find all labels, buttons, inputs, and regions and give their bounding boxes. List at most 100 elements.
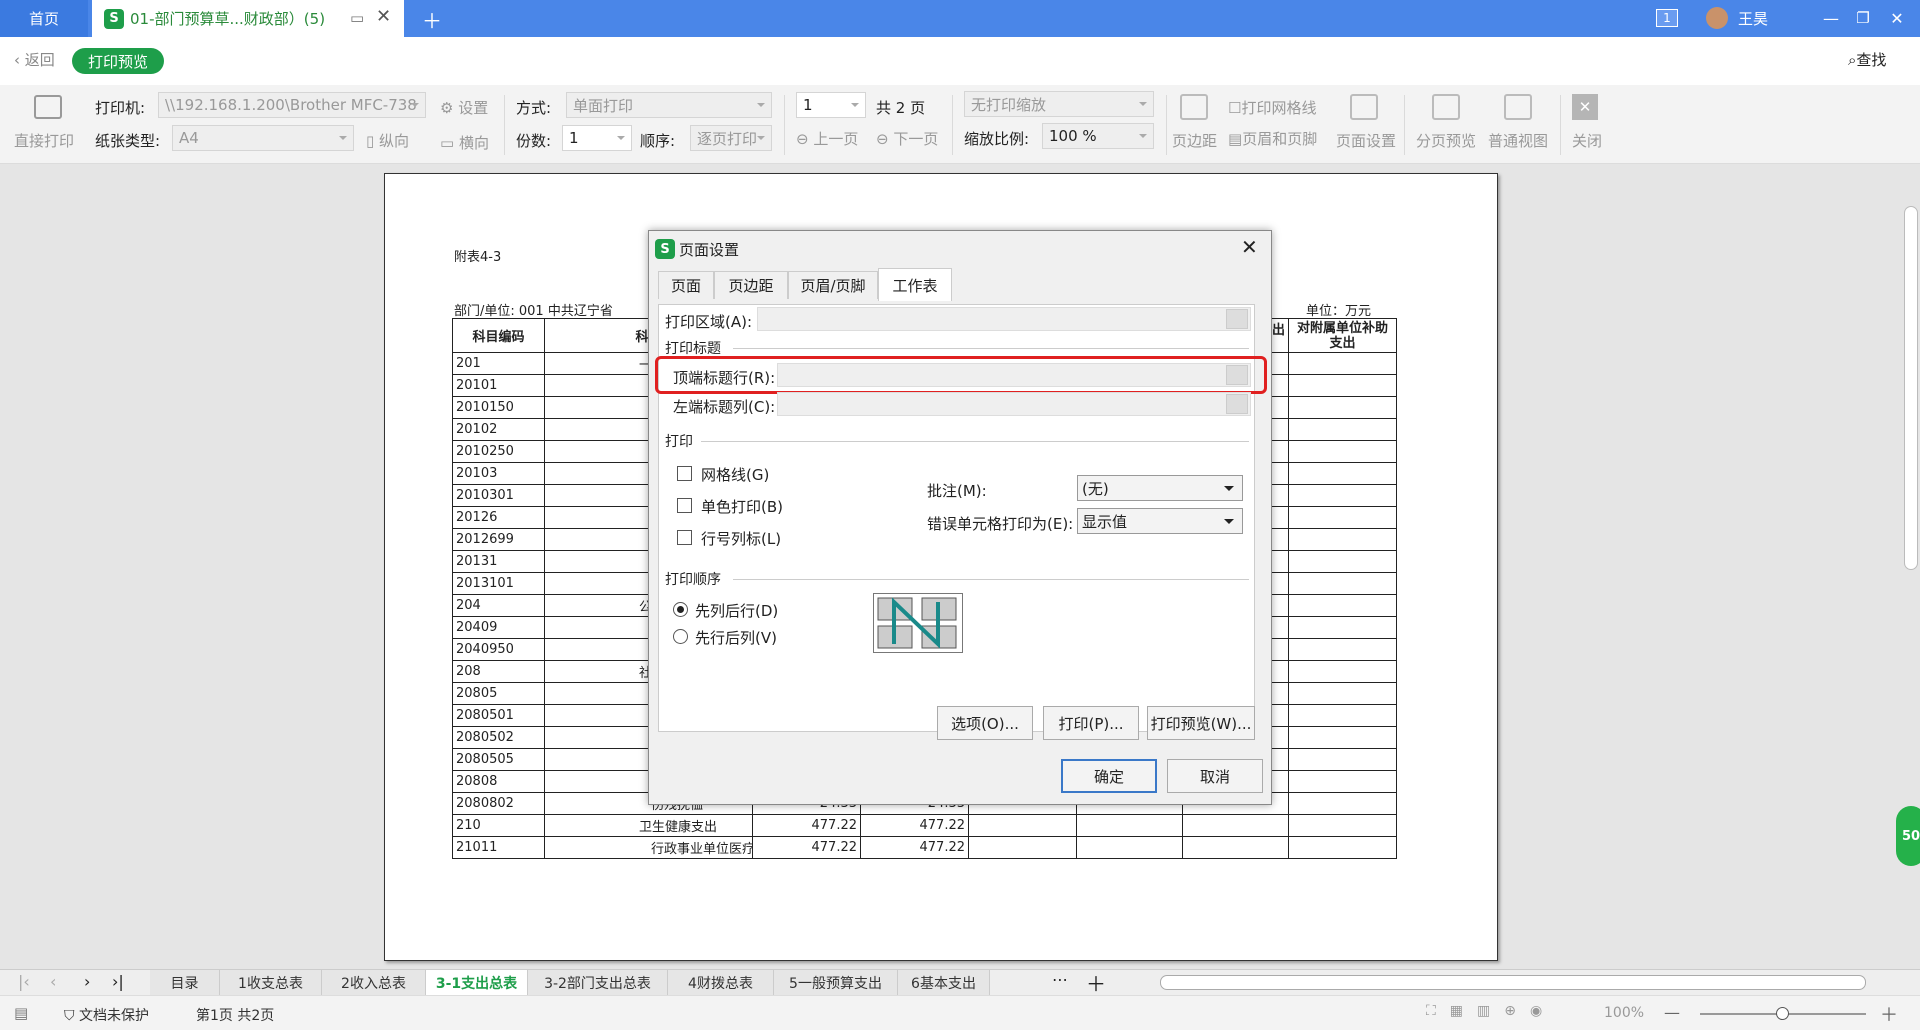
sheet-tab[interactable]: 目录 xyxy=(150,970,220,996)
user-name[interactable]: 王昊 xyxy=(1738,8,1768,29)
left-cols-input[interactable] xyxy=(777,392,1251,416)
protect-status[interactable]: ⛉ 文档未保护 xyxy=(64,1005,149,1025)
dialog-close-icon[interactable]: ✕ xyxy=(1241,235,1258,259)
back-button[interactable]: ‹ 返回 xyxy=(14,49,55,70)
table-cell: 2013101 xyxy=(452,572,545,595)
zoom-level[interactable]: 100% xyxy=(1604,1005,1644,1021)
print-area-input[interactable] xyxy=(757,307,1251,331)
first-sheet-icon[interactable]: |‹ xyxy=(18,972,30,991)
zoom-in-icon[interactable]: ＋ xyxy=(1880,1001,1898,1027)
minimize-icon[interactable]: — xyxy=(1816,4,1846,32)
gridlines-toggle[interactable]: ☐打印网格线 xyxy=(1228,97,1316,118)
tab-header-footer[interactable]: 页眉/页脚 xyxy=(788,271,878,299)
table-cell: 477.22 xyxy=(860,814,969,837)
table-cell: 477.22 xyxy=(752,836,861,859)
last-sheet-icon[interactable]: ›| xyxy=(112,972,124,991)
window-count-badge[interactable]: 1 xyxy=(1656,9,1678,27)
close-tab-icon[interactable]: ✕ xyxy=(376,6,391,27)
search-button[interactable]: ⌕查找 xyxy=(1848,49,1886,70)
new-tab-icon[interactable]: ＋ xyxy=(418,6,446,33)
divider xyxy=(504,95,505,155)
view-icons[interactable]: ⛶▦▥⊕◉ xyxy=(1426,1003,1556,1019)
order-select[interactable]: 逐页打印 xyxy=(690,125,772,151)
down-then-over-radio[interactable] xyxy=(673,602,688,617)
pin-icon[interactable]: ▭ xyxy=(350,9,364,27)
page-break-icon[interactable] xyxy=(1432,94,1460,120)
vertical-scrollbar[interactable] xyxy=(1904,206,1918,570)
table-cell: 2080802 xyxy=(452,792,545,815)
close-preview-icon[interactable]: ✕ xyxy=(1572,94,1598,120)
gridlines-checkbox[interactable] xyxy=(677,466,692,481)
ok-button[interactable]: 确定 xyxy=(1061,759,1157,793)
floating-badge[interactable]: 50 xyxy=(1896,806,1920,866)
table-cell: 20102 xyxy=(452,418,545,441)
print-preview-button[interactable]: 打印预览(W)... xyxy=(1147,706,1255,740)
page-number-input[interactable]: 1 xyxy=(796,92,866,118)
sheet-tab[interactable]: 4财拨总表 xyxy=(668,970,774,996)
table-cell: 20101 xyxy=(452,374,545,397)
sheet-tab[interactable]: 6基本支出 xyxy=(898,970,990,996)
sheet-tab[interactable]: 5一般预算支出 xyxy=(774,970,898,996)
margins-button[interactable]: 页边距 xyxy=(1172,130,1217,151)
header-footer-button[interactable]: ▤页眉和页脚 xyxy=(1228,128,1317,149)
zoom-out-icon[interactable]: — xyxy=(1664,1003,1680,1022)
copies-input[interactable]: 1 xyxy=(562,125,632,151)
method-select[interactable]: 单面打印 xyxy=(566,92,772,118)
sheet-tab[interactable]: 1收支总表 xyxy=(220,970,322,996)
add-sheet-icon[interactable]: ＋ xyxy=(1086,968,1106,997)
range-picker-icon[interactable] xyxy=(1226,394,1248,414)
sheet-tab[interactable]: 2收入总表 xyxy=(322,970,426,996)
landscape-icon: ▭ xyxy=(440,134,459,152)
paper-select[interactable]: A4 xyxy=(172,125,354,151)
avatar[interactable] xyxy=(1706,7,1728,29)
table-cell: 2080505 xyxy=(452,748,545,771)
horizontal-scrollbar[interactable] xyxy=(1160,975,1866,990)
prev-page-button[interactable]: ⊖ 上一页 xyxy=(796,128,858,149)
restore-icon[interactable]: ❐ xyxy=(1848,4,1878,32)
cancel-button[interactable]: 取消 xyxy=(1167,759,1263,793)
scale-mode-select[interactable]: 无打印缩放 xyxy=(964,91,1154,117)
more-sheets-icon[interactable]: ⋯ xyxy=(1052,970,1068,989)
printer-select[interactable]: \\192.168.1.200\Brother MFC-738 xyxy=(158,92,426,118)
normal-view-button[interactable]: 普通视图 xyxy=(1488,130,1548,151)
sheet-tab[interactable]: 3-2部门支出总表 xyxy=(528,970,668,996)
order-label: 顺序: xyxy=(640,132,676,150)
tab-margins[interactable]: 页边距 xyxy=(714,271,788,299)
comments-select[interactable]: (无) xyxy=(1077,475,1243,501)
range-picker-icon[interactable] xyxy=(1226,309,1248,329)
print-button[interactable]: 打印(P)... xyxy=(1043,706,1139,740)
options-button[interactable]: 选项(O)... xyxy=(937,706,1033,740)
mono-checkbox[interactable] xyxy=(677,498,692,513)
table-cell: 2080501 xyxy=(452,704,545,727)
tab-home[interactable]: 首页 xyxy=(0,0,88,37)
over-then-down-radio[interactable] xyxy=(673,629,688,644)
direct-print-button[interactable]: 直接打印 xyxy=(14,130,74,151)
errors-select[interactable]: 显示值 xyxy=(1077,508,1243,534)
landscape-button[interactable]: ▭ 横向 xyxy=(440,132,489,153)
zoom-select[interactable]: 100 % xyxy=(1042,123,1154,149)
table-cell xyxy=(1288,748,1397,771)
tab-document[interactable]: S 01-部门预算草...财政部）(5) ▭ ✕ xyxy=(92,0,404,37)
next-sheet-icon[interactable]: › xyxy=(84,972,90,991)
portrait-button[interactable]: ▯ 纵向 xyxy=(366,130,409,151)
normal-view-icon[interactable] xyxy=(1504,94,1532,120)
tab-page[interactable]: 页面 xyxy=(658,271,714,299)
next-page-button[interactable]: ⊖ 下一页 xyxy=(876,128,938,149)
page-setup-icon[interactable] xyxy=(1350,94,1378,120)
headings-checkbox[interactable] xyxy=(677,530,692,545)
header-footer-label: 页眉和页脚 xyxy=(1242,130,1318,148)
sheet-tab[interactable]: 3-1支出总表 xyxy=(426,970,528,996)
printer-settings-button[interactable]: ⚙ 设置 xyxy=(440,97,488,118)
close-preview-button[interactable]: 关闭 xyxy=(1572,130,1602,151)
page-break-preview-button[interactable]: 分页预览 xyxy=(1416,130,1476,151)
print-area-label: 打印区域(A): xyxy=(665,313,753,331)
layout-icon[interactable]: ▤ xyxy=(14,1004,28,1022)
zoom-slider-thumb[interactable] xyxy=(1776,1007,1789,1020)
printer-icon[interactable] xyxy=(34,95,62,119)
margins-icon[interactable] xyxy=(1180,94,1208,120)
prev-sheet-icon[interactable]: ‹ xyxy=(50,972,56,991)
page-setup-button[interactable]: 页面设置 xyxy=(1336,130,1396,151)
close-window-icon[interactable]: ✕ xyxy=(1882,4,1912,32)
tab-worksheet[interactable]: 工作表 xyxy=(878,268,952,301)
gridlines-label: 打印网格线 xyxy=(1241,99,1317,117)
